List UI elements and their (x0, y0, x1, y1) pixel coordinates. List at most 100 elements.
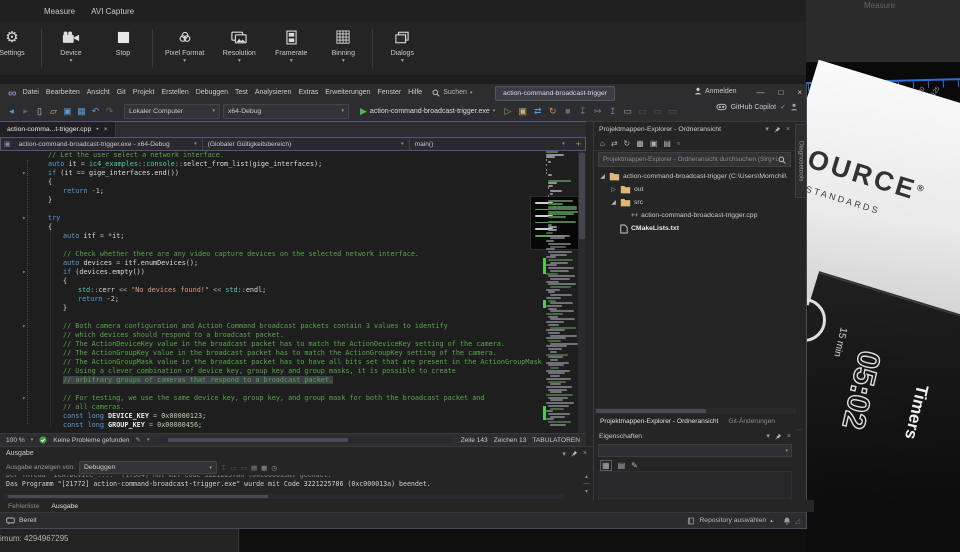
find-message-icon[interactable]: ↧ (221, 464, 227, 472)
tree-item-out[interactable]: ▷out (594, 183, 795, 196)
collapse-all-icon[interactable]: ▦ (636, 139, 644, 148)
code-line[interactable]: ▾if (it == gige_interfaces.end()) (0, 169, 586, 178)
sign-in-button[interactable]: Anmelden (694, 87, 737, 95)
tree-item-action-command-broadcast-trigger[interactable]: ◢action-command-broadcast-trigger (C:\Us… (594, 170, 795, 183)
start-debugging-button[interactable]: ▶ action-command-broadcast-trigger.exe ▾ (360, 106, 495, 117)
close-button[interactable]: × (797, 88, 802, 97)
ribbon-button-resolution[interactable]: Resolution▼ (213, 22, 265, 75)
column-indicator[interactable]: Zeichen 13 (494, 437, 527, 444)
tree-item-cmakelists.txt[interactable]: CMakeLists.txt (594, 222, 795, 235)
close-icon[interactable]: × (583, 450, 587, 458)
code-line[interactable]: // Let the user select a network interfa… (0, 151, 586, 160)
code-line[interactable]: return -2; (0, 295, 586, 304)
switch-views-icon[interactable]: ⇄ (611, 139, 618, 148)
code-line[interactable]: // Check whether there are any video cap… (0, 250, 586, 259)
ribbon-button-binning[interactable]: Binning▼ (317, 22, 369, 75)
properties-object-dropdown[interactable]: ▾ (598, 444, 792, 457)
panel-tab-fehlerliste[interactable]: Fehlerliste (8, 503, 39, 510)
bookmark-icon[interactable]: ▭ (637, 106, 648, 117)
tree-closed-arrow-icon[interactable]: ▷ (610, 186, 617, 193)
code-line[interactable]: // arbitrary groups of cameras that resp… (0, 376, 586, 385)
hot-reload-icon[interactable]: ↻ (547, 106, 558, 117)
ribbon-button-settings[interactable]: ⚙Settings (0, 22, 38, 75)
home-icon[interactable]: ⌂ (600, 139, 605, 148)
scrollbar-thumb[interactable] (168, 438, 348, 442)
code-line[interactable] (0, 241, 586, 250)
bookmark-icon[interactable]: ▭ (622, 106, 633, 117)
scrollbar-thumb[interactable] (596, 409, 706, 413)
menu-item-ansicht[interactable]: Ansicht (87, 89, 110, 96)
output-scrollbar[interactable]: ▴ — ▾ (582, 473, 591, 495)
pin-icon[interactable] (774, 126, 781, 133)
refresh-icon[interactable]: ↻ (624, 139, 631, 148)
menu-item-git[interactable]: Git (117, 89, 126, 96)
code-line[interactable]: // Using a clever combination of device … (0, 367, 586, 376)
menu-item-projekt[interactable]: Projekt (133, 89, 155, 96)
code-line[interactable]: { (0, 277, 586, 286)
clear-all-icon[interactable]: ▦ (261, 464, 267, 472)
fold-arrow-icon[interactable]: ▾ (22, 322, 26, 331)
show-all-files-icon[interactable]: ▣ (650, 139, 658, 148)
repository-picker[interactable]: Repository auswählen ▴ ◿ (687, 517, 800, 525)
configuration-dropdown[interactable]: x64-Debug▾ (223, 104, 349, 119)
pencil-icon[interactable]: ✎ (135, 436, 141, 444)
chevron-down-icon[interactable]: ▾ (562, 450, 566, 458)
scroll-down-icon[interactable]: ▾ (585, 488, 588, 495)
code-line[interactable] (0, 385, 586, 394)
ribbon-button-stop[interactable]: Stop (97, 22, 149, 75)
navigate-back-icon[interactable]: ◂ (6, 106, 17, 117)
open-file-icon[interactable]: ▱ (48, 106, 59, 117)
code-line[interactable]: } (0, 196, 586, 205)
ribbon-button-device[interactable]: Device▼ (45, 22, 97, 75)
camera-app-tab-avi-capture[interactable]: AVI Capture (91, 7, 134, 16)
zoom-level[interactable]: 100 % (6, 437, 25, 444)
resize-grip-icon[interactable]: ◿ (795, 517, 800, 525)
add-view-icon[interactable]: + (576, 139, 585, 149)
code-line[interactable] (0, 205, 586, 214)
code-line[interactable]: ▾try (0, 214, 586, 223)
menu-item-erstellen[interactable]: Erstellen (161, 89, 188, 96)
line-indicator[interactable]: Zeile 143 (461, 437, 488, 444)
code-line[interactable]: // which devices should respond to a bro… (0, 331, 586, 340)
code-line[interactable]: { (0, 223, 586, 232)
navigate-forward-icon[interactable]: ▸ (20, 106, 31, 117)
code-line[interactable]: auto devices = itf.enumDevices(); (0, 259, 586, 268)
fold-arrow-icon[interactable]: ▾ (22, 169, 26, 178)
code-line[interactable]: } (0, 304, 586, 313)
panel-tab-ausgabe[interactable]: Ausgabe (51, 503, 78, 510)
feedback-icon[interactable]: ✓ (780, 103, 786, 111)
code-line[interactable]: auto it = ic4_examples::console::select_… (0, 160, 586, 169)
categorized-icon[interactable]: ▦ (600, 460, 612, 471)
bell-icon[interactable] (783, 517, 791, 525)
scroll-up-icon[interactable]: ▴ (585, 473, 588, 480)
find-prev-icon[interactable]: ▭ (241, 464, 247, 472)
undo-icon[interactable]: ↶ (90, 106, 101, 117)
ribbon-button-pixel-format[interactable]: Pixel Format▼ (156, 22, 213, 75)
menu-item-datei[interactable]: Datei (23, 89, 39, 96)
document-tab[interactable]: action-comma...t-trigger.cpp • × (0, 122, 116, 137)
code-line[interactable]: // The ActionGroupKey value in the broad… (0, 349, 586, 358)
menu-item-test[interactable]: Test (235, 89, 248, 96)
word-wrap-icon[interactable]: ▤ (251, 464, 257, 472)
new-file-icon[interactable]: ▯ (34, 106, 45, 117)
menu-item-hilfe[interactable]: Hilfe (408, 89, 422, 96)
debug-target-dropdown[interactable]: Lokaler Computer▾ (124, 104, 220, 119)
scrollbar-thumb[interactable]: — (584, 481, 590, 487)
tab-diagnostics[interactable]: Diagnosetools (795, 124, 807, 198)
autoscroll-icon[interactable]: ◷ (271, 464, 277, 472)
code-line[interactable]: ▾if (devices.empty()) (0, 268, 586, 277)
code-line[interactable]: { (0, 178, 586, 187)
github-copilot-button[interactable]: GitHub Copilot ✓ (716, 103, 798, 111)
pin-icon[interactable]: • (96, 126, 98, 133)
redo-icon[interactable]: ↷ (104, 106, 115, 117)
chevron-down-icon[interactable]: ▾ (766, 432, 770, 440)
code-line[interactable]: // The ActionGroupMask value in the broa… (0, 358, 586, 367)
tree-open-arrow-icon[interactable]: ◢ (599, 173, 606, 180)
code-line[interactable]: ▾// For testing, we use the same device … (0, 394, 586, 403)
feedback-bubble-icon[interactable] (6, 517, 15, 525)
code-line[interactable]: return -1; (0, 187, 586, 196)
dock-tab[interactable]: Projektmappen-Explorer - Ordneransicht (600, 418, 718, 425)
menu-item-bearbeiten[interactable]: Bearbeiten (46, 89, 80, 96)
pin-icon[interactable] (571, 450, 578, 458)
close-icon[interactable]: × (786, 126, 790, 133)
